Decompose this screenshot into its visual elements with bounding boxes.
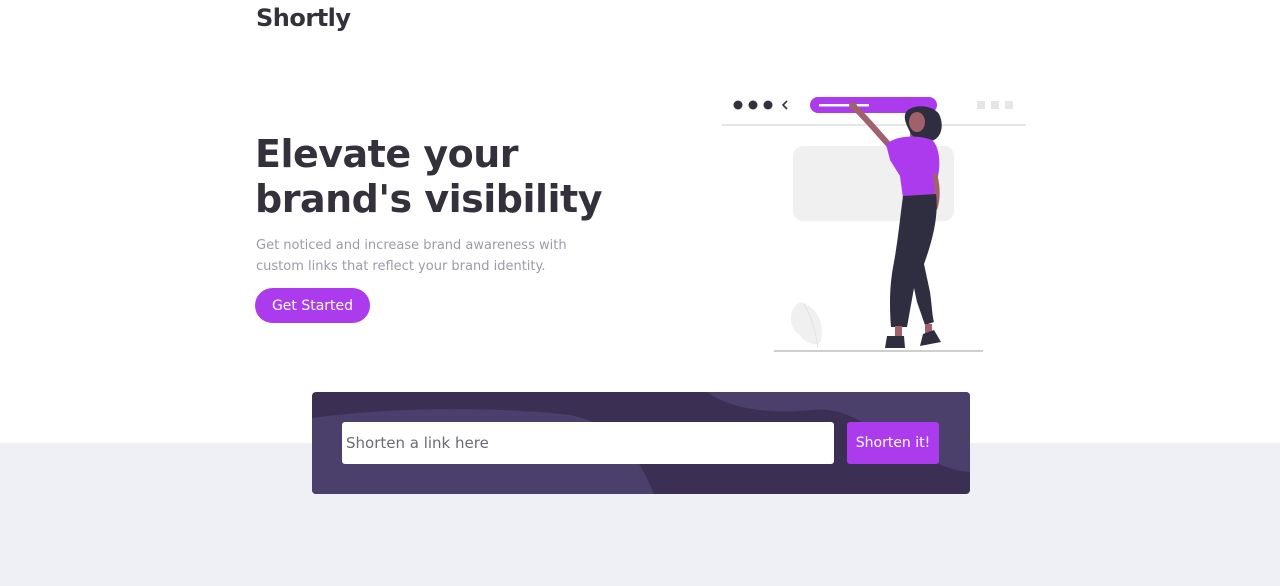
woman-at-browser-illustration bbox=[720, 92, 1030, 357]
shorten-it-button[interactable]: Shorten it! bbox=[847, 422, 939, 464]
get-started-button[interactable]: Get Started bbox=[255, 288, 370, 323]
hero-title: Elevate your brand's visibility bbox=[255, 132, 602, 221]
shorten-link-input[interactable] bbox=[342, 422, 834, 464]
shorten-link-panel: Shorten it! bbox=[312, 392, 970, 494]
hero-subtitle: Get noticed and increase brand awareness… bbox=[256, 238, 567, 274]
shortly-logo[interactable]: Shortly bbox=[256, 4, 351, 32]
